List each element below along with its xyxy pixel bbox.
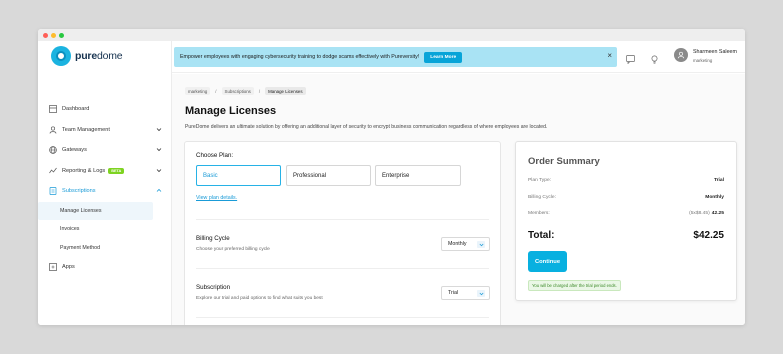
chevron-down-icon <box>156 168 162 175</box>
trial-charge-note: You will be charged after the trial peri… <box>528 280 621 291</box>
billing-cycle-label: Billing Cycle <box>196 235 230 242</box>
subscription-icon <box>49 187 57 196</box>
members-breakdown: (5x$8.45) <box>689 211 710 216</box>
subscription-label: Subscription <box>196 284 231 291</box>
divider <box>196 219 489 220</box>
close-icon[interactable]: × <box>607 52 612 60</box>
summary-label: Billing Cycle: <box>528 195 556 200</box>
main-content: marketing / Subscriptions / Manage Licen… <box>172 74 745 325</box>
chevron-down-icon <box>477 290 485 297</box>
feedback-icon[interactable] <box>626 51 635 69</box>
order-summary-title: Order Summary <box>528 156 600 167</box>
summary-label: Members: <box>528 211 550 216</box>
beta-badge: BETA <box>108 167 125 174</box>
sidebar-subitem-invoices[interactable]: Invoices <box>38 220 172 239</box>
sidebar-item-subscriptions[interactable]: Subscriptions <box>38 181 172 202</box>
members-amount: 42.25 <box>711 211 724 216</box>
globe-icon <box>49 146 57 155</box>
summary-value: (5x$8.45) 42.25 <box>689 211 724 216</box>
top-bar: Empower employees with engaging cybersec… <box>172 41 745 73</box>
sidebar-item-reporting-logs[interactable]: Reporting & Logs BETA <box>38 161 172 182</box>
summary-row-billing-cycle: Billing Cycle: Monthly <box>528 195 724 200</box>
logo-icon <box>51 46 71 66</box>
chevron-down-icon <box>156 147 162 154</box>
sidebar-item-apps[interactable]: Apps <box>38 257 172 278</box>
chevron-up-icon <box>156 188 162 195</box>
minimize-window-button[interactable] <box>51 32 56 38</box>
summary-label: Plan Type: <box>528 178 552 183</box>
divider <box>196 268 489 269</box>
sidebar-subitem-label: Payment Method <box>60 244 101 251</box>
chart-icon <box>49 167 57 175</box>
page-title: Manage Licenses <box>185 105 277 117</box>
summary-row-members: Members: (5x$8.45) 42.25 <box>528 211 724 216</box>
summary-value: Trial <box>713 178 724 183</box>
subscription-description: Explore our trial and paid options to fi… <box>196 296 323 301</box>
plan-option-enterprise[interactable]: Enterprise <box>375 165 461 186</box>
brand-logo[interactable]: puredome <box>51 46 123 66</box>
total-value: $42.25 <box>693 230 724 241</box>
chevron-down-icon <box>477 241 485 248</box>
chevron-down-icon <box>156 127 162 134</box>
apps-icon <box>49 263 57 272</box>
plan-option-professional[interactable]: Professional <box>286 165 371 186</box>
billing-cycle-select[interactable]: Monthly <box>441 237 490 251</box>
view-plan-details-link[interactable]: View plan details. <box>196 195 237 201</box>
sidebar-item-label: Apps <box>62 264 75 271</box>
banner-text: Empower employees with engaging cybersec… <box>180 54 420 60</box>
app-shell: puredome Dashboard Team Management Gatew… <box>38 41 745 325</box>
logo-text: puredome <box>75 50 123 62</box>
dashboard-icon <box>49 105 57 114</box>
sidebar-item-label: Reporting & Logs <box>62 167 106 174</box>
subscription-select[interactable]: Trial <box>441 286 490 300</box>
sidebar-item-gateways[interactable]: Gateways <box>38 140 172 161</box>
sidebar-nav: Dashboard Team Management Gateways Repor… <box>38 99 172 278</box>
sidebar: puredome Dashboard Team Management Gatew… <box>38 41 172 325</box>
sidebar-subitem-label: Invoices <box>60 226 80 233</box>
avatar[interactable] <box>674 48 688 62</box>
sidebar-item-dashboard[interactable]: Dashboard <box>38 99 172 120</box>
summary-total: Total: $42.25 <box>528 230 724 241</box>
summary-row-plan-type: Plan Type: Trial <box>528 178 724 183</box>
divider <box>196 317 489 318</box>
breadcrumb: marketing / Subscriptions / Manage Licen… <box>185 87 306 95</box>
close-window-button[interactable] <box>43 32 48 38</box>
user-name[interactable]: Sharmeen Saleem <box>693 49 737 55</box>
total-label: Total: <box>528 230 555 241</box>
summary-value: Monthly <box>705 195 724 200</box>
maximize-window-button[interactable] <box>59 32 64 38</box>
billing-cycle-description: Choose your preferred billing cycle <box>196 247 270 252</box>
window-titlebar <box>38 29 745 41</box>
sidebar-item-label: Gateways <box>62 147 87 154</box>
plan-option-basic[interactable]: Basic <box>196 165 281 186</box>
breadcrumb-item[interactable]: Subscriptions <box>221 87 254 95</box>
app-window: puredome Dashboard Team Management Gatew… <box>38 29 745 325</box>
sidebar-item-label: Dashboard <box>62 106 90 113</box>
breadcrumb-item-current: Manage Licenses <box>265 87 306 95</box>
sidebar-item-label: Subscriptions <box>62 188 96 195</box>
billing-cycle-value: Monthly <box>448 241 467 247</box>
user-avatar-icon <box>677 51 685 59</box>
plan-form-card: Choose Plan: Basic Professional Enterpri… <box>184 141 501 325</box>
breadcrumb-item[interactable]: marketing <box>185 87 211 95</box>
lightbulb-icon[interactable] <box>650 51 659 69</box>
user-icon <box>49 126 57 134</box>
sidebar-item-label: Team Management <box>62 126 110 133</box>
sidebar-subitem-manage-licenses[interactable]: Manage Licenses <box>38 201 153 220</box>
order-summary-card: Order Summary Plan Type: Trial Billing C… <box>515 141 737 301</box>
sidebar-item-team-management[interactable]: Team Management <box>38 120 172 141</box>
learn-more-button[interactable]: Learn More <box>424 51 463 63</box>
promo-banner: Empower employees with engaging cybersec… <box>174 47 617 67</box>
sidebar-subitem-payment-method[interactable]: Payment Method <box>38 239 172 258</box>
subscription-value: Trial <box>448 290 459 296</box>
sidebar-subitem-label: Manage Licenses <box>60 207 102 214</box>
breadcrumb-separator: / <box>258 88 261 94</box>
breadcrumb-separator: / <box>215 88 217 94</box>
continue-button[interactable]: Continue <box>528 251 567 272</box>
choose-plan-label: Choose Plan: <box>196 152 234 159</box>
user-role: marketing <box>693 58 713 63</box>
page-description: PureDome delivers an ultimate solution b… <box>185 124 548 130</box>
